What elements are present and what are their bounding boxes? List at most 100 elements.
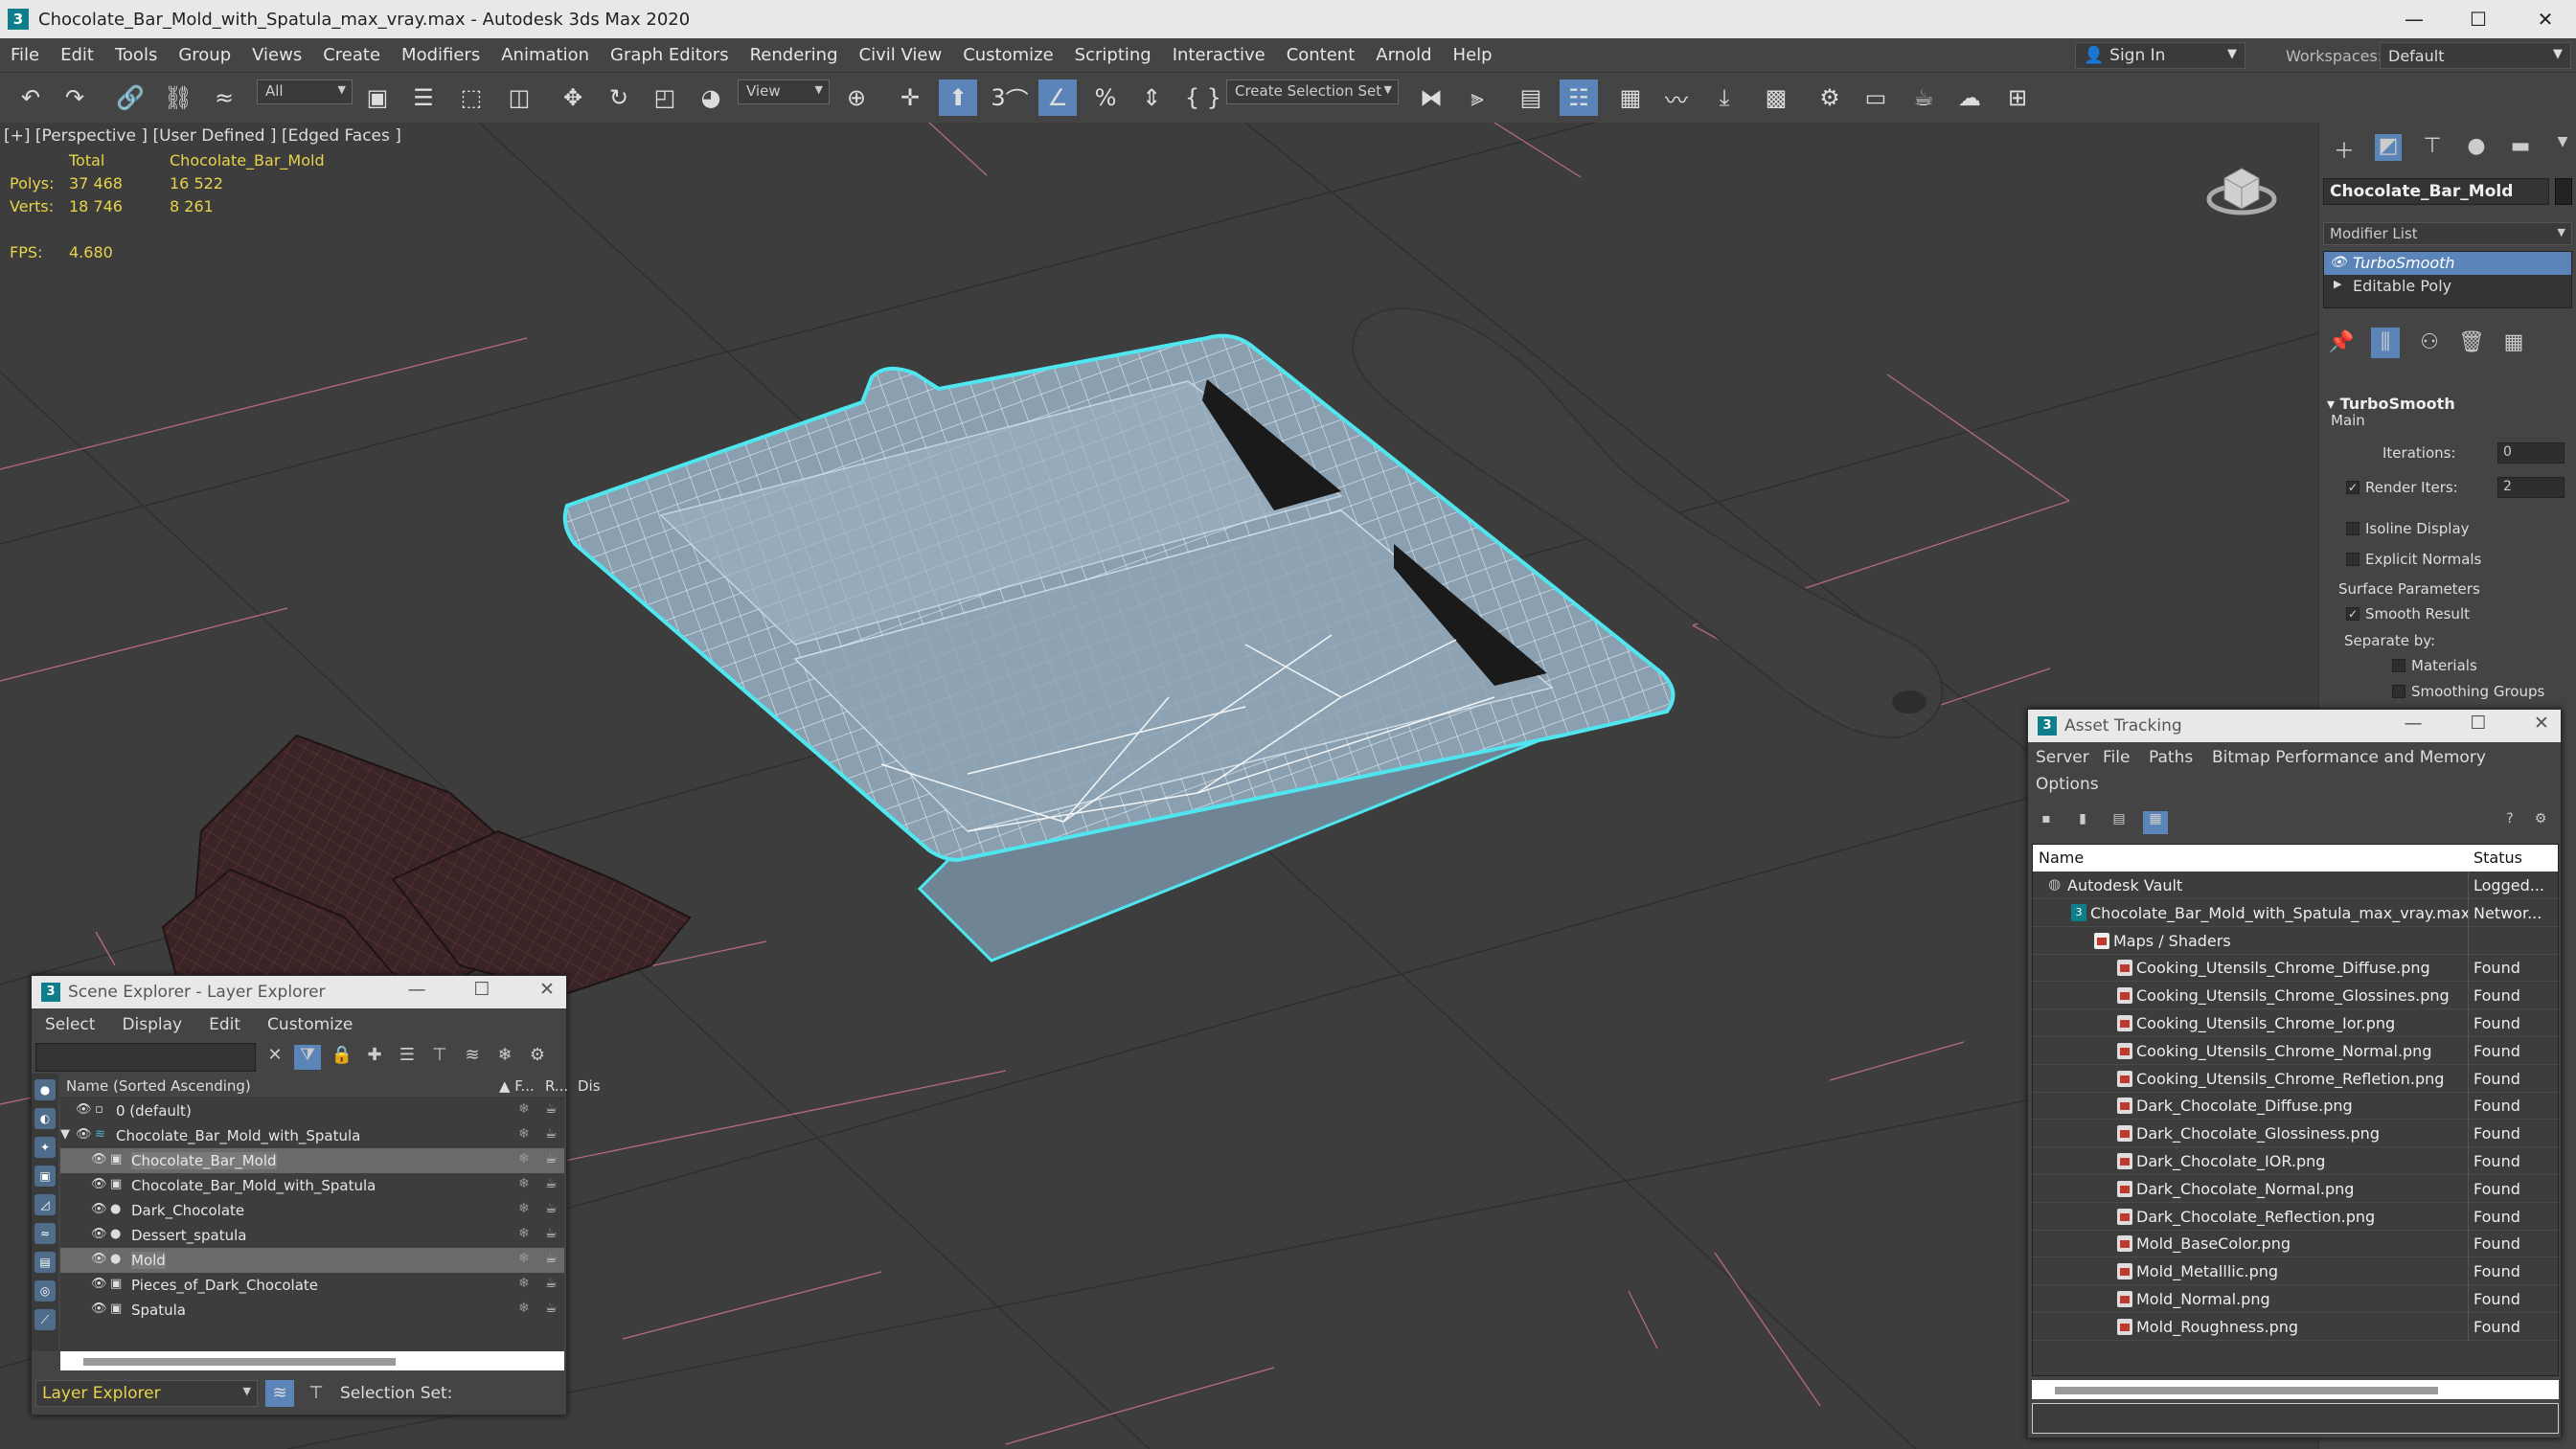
list-item[interactable]: 👁 ● Dessert_spatula ❄ ☕ bbox=[60, 1223, 564, 1248]
menu-display[interactable]: Display bbox=[122, 1015, 182, 1034]
display-cameras-icon[interactable]: ▣ bbox=[34, 1166, 56, 1187]
render-toggle-icon[interactable]: ☕ bbox=[545, 1151, 558, 1166]
isoline-display-checkbox[interactable] bbox=[2346, 522, 2359, 535]
edit-named-selection-icon[interactable]: { } bbox=[1184, 79, 1222, 116]
render-toggle-icon[interactable]: ☕ bbox=[545, 1176, 558, 1191]
schematic-view-icon[interactable]: ⤓ bbox=[1705, 79, 1744, 116]
material-editor-icon[interactable]: ▩ bbox=[1757, 79, 1795, 116]
display-bones-icon[interactable]: ⟋ bbox=[34, 1309, 56, 1330]
table-row[interactable]: Maps / Shaders bbox=[2033, 926, 2558, 955]
region-select-icon[interactable]: ⬚ bbox=[452, 79, 490, 116]
scene-explorer-titlebar[interactable]: 3 Scene Explorer - Layer Explorer — ☐ ✕ bbox=[32, 976, 566, 1008]
freeze-toggle-icon[interactable]: ❄ bbox=[518, 1276, 530, 1291]
menu-paths[interactable]: Paths bbox=[2149, 748, 2193, 767]
freeze-toggle-icon[interactable]: ❄ bbox=[518, 1151, 530, 1166]
align-icon[interactable]: ⫸ bbox=[1458, 79, 1496, 116]
menu-file[interactable]: File bbox=[0, 45, 50, 65]
menu-group[interactable]: Group bbox=[168, 45, 241, 65]
remove-modifier-icon[interactable]: 🗑 bbox=[2457, 328, 2486, 358]
toggle-ribbon-icon[interactable]: ▦ bbox=[1611, 79, 1650, 116]
render-toggle-icon[interactable]: ☕ bbox=[545, 1201, 558, 1216]
eye-icon[interactable]: 👁 bbox=[91, 1277, 107, 1291]
angle-snap-icon[interactable]: ∠ bbox=[1038, 79, 1077, 116]
hierarchy-tab-icon[interactable]: ⊤ bbox=[2419, 134, 2446, 161]
modifier-list-dropdown[interactable]: Modifier List ▼ bbox=[2323, 222, 2572, 245]
freeze-toggle-icon[interactable]: ❄ bbox=[518, 1301, 530, 1316]
horizontal-scrollbar[interactable] bbox=[2032, 1380, 2559, 1399]
column-name[interactable]: Name (Sorted Ascending) bbox=[66, 1077, 251, 1095]
rendered-frame-window-icon[interactable]: ▭ bbox=[1857, 79, 1895, 116]
object-color-swatch[interactable] bbox=[2555, 178, 2572, 205]
menu-customize[interactable]: Customize bbox=[952, 45, 1063, 65]
select-manipulate-icon[interactable]: ✛ bbox=[891, 79, 929, 116]
table-row[interactable]: Cooking_Utensils_Chrome_Glossines.png Fou… bbox=[2033, 982, 2558, 1010]
list-item[interactable]: 👁 ▣ Chocolate_Bar_Mold_with_Spatula ❄ ☕ bbox=[60, 1173, 564, 1198]
table-row[interactable]: Dark_Chocolate_Reflection.png Found bbox=[2033, 1202, 2558, 1231]
horizontal-scrollbar[interactable] bbox=[60, 1351, 564, 1370]
layers-icon[interactable]: ☰ bbox=[394, 1045, 421, 1070]
menu-edit[interactable]: Edit bbox=[50, 45, 104, 65]
freeze-toggle-icon[interactable]: ❄ bbox=[518, 1126, 530, 1142]
display-groups-icon[interactable]: ▤ bbox=[34, 1252, 56, 1273]
render-production-icon[interactable]: ☕ bbox=[1904, 79, 1943, 116]
render-setup-icon[interactable]: ⚙ bbox=[1811, 79, 1849, 116]
minimize-button[interactable]: — bbox=[399, 979, 434, 1000]
table-row[interactable]: Mold_Roughness.png Found bbox=[2033, 1312, 2558, 1341]
menu-content[interactable]: Content bbox=[1276, 45, 1366, 65]
table-row[interactable]: Dark_Chocolate_Normal.png Found bbox=[2033, 1174, 2558, 1203]
render-toggle-icon[interactable]: ☕ bbox=[545, 1101, 558, 1117]
keyboard-shortcut-override-icon[interactable]: ⬆ bbox=[939, 79, 977, 116]
eye-icon[interactable]: 👁 bbox=[2330, 255, 2347, 270]
render-iters-spinner[interactable]: 2 bbox=[2497, 477, 2565, 498]
column-display[interactable]: Dis bbox=[578, 1077, 601, 1095]
scrollbar-thumb[interactable] bbox=[2055, 1387, 2438, 1394]
display-helpers-icon[interactable]: ◿ bbox=[34, 1194, 56, 1215]
object-name-field[interactable]: Chocolate_Bar_Mold bbox=[2323, 178, 2549, 205]
freeze-toggle-icon[interactable]: ❄ bbox=[518, 1201, 530, 1216]
display-lights-icon[interactable]: ✦ bbox=[34, 1137, 56, 1158]
percent-snap-icon[interactable]: % bbox=[1086, 79, 1125, 116]
add-to-layer-icon[interactable]: ✚ bbox=[361, 1045, 388, 1070]
settings-icon[interactable]: ⚙ bbox=[2528, 811, 2553, 834]
minimize-button[interactable]: — bbox=[2396, 713, 2430, 734]
table-row[interactable]: Cooking_Utensils_Chrome_Diffuse.png Found bbox=[2033, 954, 2558, 983]
display-shapes-icon[interactable]: ◐ bbox=[34, 1108, 56, 1129]
menu-scripting[interactable]: Scripting bbox=[1064, 45, 1162, 65]
table-row[interactable]: Mold_Normal.png Found bbox=[2033, 1285, 2558, 1313]
eye-icon[interactable]: 👁 bbox=[91, 1302, 107, 1316]
column-frozen[interactable]: ▲ F... bbox=[499, 1077, 535, 1095]
render-toggle-icon[interactable]: ☕ bbox=[545, 1126, 558, 1142]
lock-icon[interactable]: 🔒 bbox=[329, 1045, 355, 1070]
menu-options[interactable]: Options bbox=[2036, 775, 2099, 794]
close-button[interactable]: ✕ bbox=[2524, 713, 2559, 734]
asset-path-field[interactable] bbox=[2032, 1403, 2559, 1434]
menu-views[interactable]: Views bbox=[241, 45, 312, 65]
server-connect-icon[interactable]: ▪ bbox=[2034, 811, 2059, 834]
table-row[interactable]: 3 Chocolate_Bar_Mold_with_Spatula_max_vra… bbox=[2033, 898, 2558, 927]
curve-editor-icon[interactable]: 〰 bbox=[1657, 79, 1696, 116]
close-button[interactable]: ✕ bbox=[530, 979, 564, 1000]
minimize-button[interactable]: — bbox=[2385, 0, 2443, 38]
modify-tab-icon[interactable]: ◩ bbox=[2375, 134, 2402, 161]
unlink-icon[interactable]: ⛓ bbox=[159, 79, 197, 116]
display-spacewarps-icon[interactable]: ≈ bbox=[34, 1223, 56, 1244]
list-item[interactable]: 👁 ▣ Chocolate_Bar_Mold ❄ ☕ bbox=[60, 1148, 564, 1173]
list-item[interactable]: 👁 ▣ Pieces_of_Dark_Chocolate ❄ ☕ bbox=[60, 1273, 564, 1298]
render-iters-checkbox[interactable]: ✓ bbox=[2346, 481, 2359, 494]
hierarchy-icon[interactable]: ⊤ bbox=[426, 1045, 453, 1070]
eye-icon[interactable]: 👁 bbox=[91, 1202, 107, 1216]
eye-icon[interactable]: 👁 bbox=[76, 1127, 92, 1142]
smooth-result-checkbox[interactable]: ✓ bbox=[2346, 607, 2359, 621]
menu-select[interactable]: Select bbox=[45, 1015, 95, 1034]
pin-stack-icon[interactable]: 📌 bbox=[2327, 328, 2356, 358]
reference-coordinate-dropdown[interactable]: View ▼ bbox=[738, 79, 830, 104]
viewport-label[interactable]: [+] [Perspective ] [User Defined ] [Edge… bbox=[4, 126, 401, 146]
options-icon[interactable]: ⚙ bbox=[524, 1045, 551, 1070]
iterations-spinner[interactable]: 0 bbox=[2497, 442, 2565, 464]
list-item[interactable]: ▼ 👁 ≋ Chocolate_Bar_Mold_with_Spatula ❄ ☕ bbox=[60, 1123, 564, 1148]
table-row[interactable]: Dark_Chocolate_Glossiness.png Found bbox=[2033, 1120, 2558, 1148]
hierarchy-mode-icon[interactable]: ⊤ bbox=[302, 1380, 331, 1407]
create-tab-icon[interactable]: ＋ bbox=[2331, 134, 2358, 164]
utilities-tab-icon[interactable]: ▼ bbox=[2549, 134, 2576, 161]
link-icon[interactable]: 🔗 bbox=[111, 79, 149, 116]
